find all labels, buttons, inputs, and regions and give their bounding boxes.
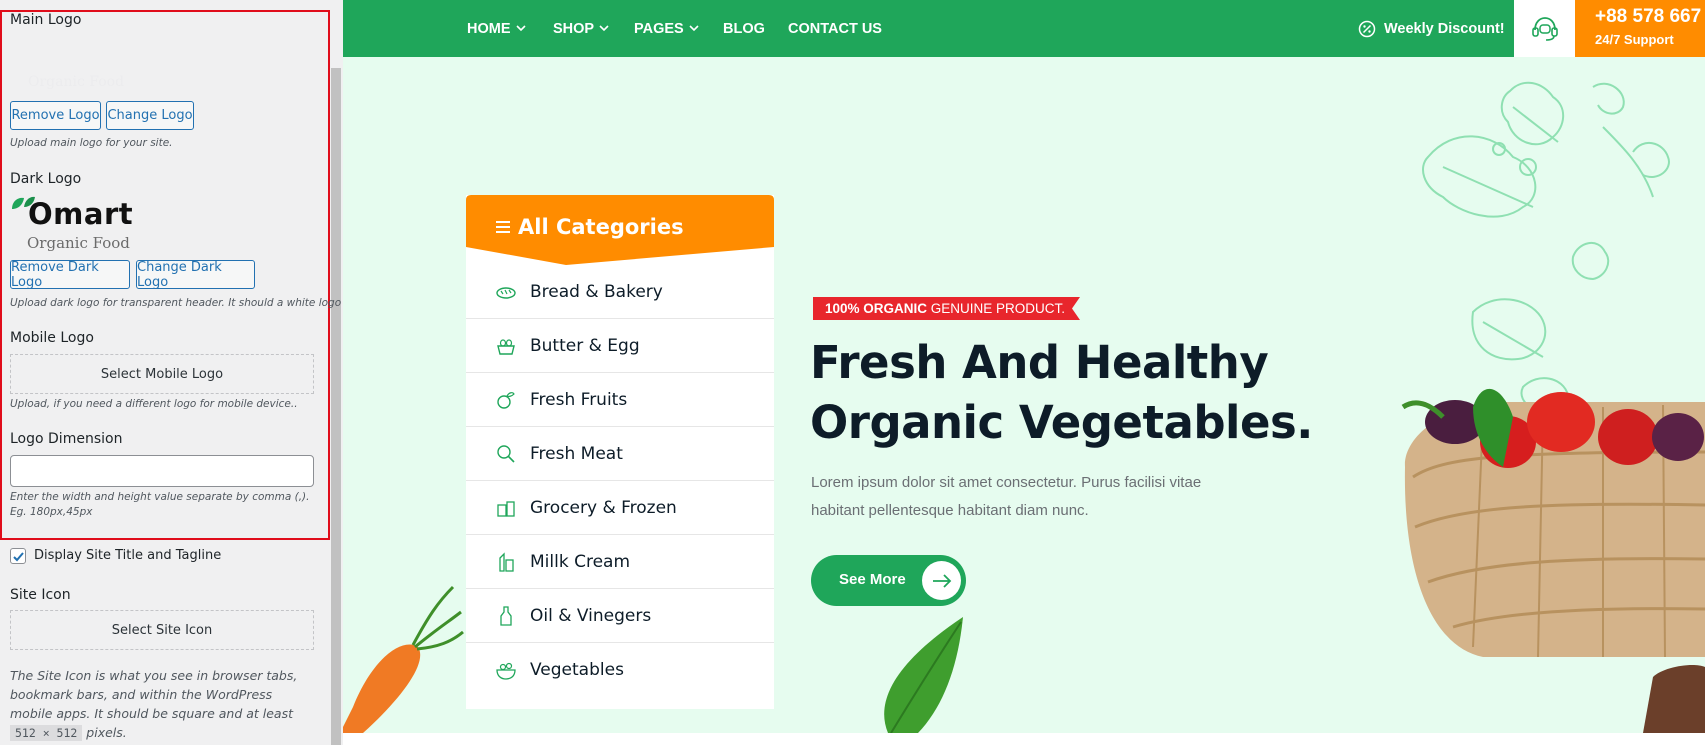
logo-dimension-title: Logo Dimension bbox=[10, 431, 123, 447]
dark-logo-preview: Omart Organic Food bbox=[10, 193, 150, 255]
headset-icon bbox=[1531, 16, 1558, 41]
site-icon-size-code: 512 × 512 bbox=[10, 725, 83, 741]
support-subtitle: 24/7 Support bbox=[1595, 32, 1674, 47]
chevron-down-icon bbox=[689, 25, 699, 32]
dark-logo-description: Upload dark logo for transparent header.… bbox=[10, 297, 342, 309]
see-more-button[interactable]: See More bbox=[811, 555, 966, 606]
vegetable-basket-image bbox=[1401, 388, 1705, 733]
see-more-label: See More bbox=[839, 571, 906, 588]
nav-contact-us[interactable]: CONTACT US bbox=[788, 0, 882, 57]
main-navigation: HOME SHOP PAGES BLOG CONTACT US Weekly D… bbox=[343, 0, 1705, 57]
change-dark-logo-button[interactable]: Change Dark Logo bbox=[136, 260, 255, 290]
chevron-down-icon bbox=[599, 25, 609, 32]
site-icon-desc-end: pixels. bbox=[86, 725, 127, 740]
dark-logo-tagline: Organic Food bbox=[27, 234, 130, 252]
category-label: Bread & Bakery bbox=[530, 282, 663, 302]
display-title-checkbox[interactable] bbox=[10, 548, 26, 564]
dark-logo-title: Dark Logo bbox=[10, 171, 82, 187]
green-leaf-image bbox=[884, 617, 963, 733]
discount-icon bbox=[1358, 20, 1376, 37]
category-label: Grocery & Frozen bbox=[530, 498, 677, 518]
dark-logo-wordmark: Omart bbox=[28, 197, 134, 231]
remove-dark-logo-button[interactable]: Remove Dark Logo bbox=[10, 260, 130, 290]
category-label: Fresh Meat bbox=[530, 444, 623, 464]
scrollbar-thumb[interactable] bbox=[331, 68, 341, 745]
nav-pages[interactable]: PAGES bbox=[634, 0, 699, 57]
site-preview: HOME SHOP PAGES BLOG CONTACT US Weekly D… bbox=[343, 0, 1705, 745]
nav-home[interactable]: HOME bbox=[467, 0, 526, 57]
milk-icon bbox=[499, 552, 514, 572]
weekly-discount-link[interactable]: Weekly Discount! bbox=[1358, 0, 1505, 57]
weekly-discount-label: Weekly Discount! bbox=[1384, 20, 1505, 37]
chevron-down-icon bbox=[515, 25, 526, 32]
tag-bold: 100% ORGANIC bbox=[825, 301, 928, 316]
below-hero-strip bbox=[343, 733, 1705, 745]
nav-home-label: HOME bbox=[467, 20, 511, 37]
arrow-right-icon bbox=[922, 561, 961, 600]
logo-dimension-description: Enter the width and height value separat… bbox=[10, 491, 310, 518]
leaf-outline-icon bbox=[1422, 81, 1670, 414]
hero-description: Lorem ipsum dolor sit amet consectetur. … bbox=[811, 474, 1202, 519]
categories-panel: All Categories Bread & Bakery Butter & E… bbox=[466, 195, 774, 709]
fruit-icon bbox=[497, 392, 515, 409]
mobile-logo-description: Upload, if you need a different logo for… bbox=[10, 398, 298, 410]
category-label: Vegetables bbox=[530, 660, 624, 680]
nav-shop-label: SHOP bbox=[553, 20, 595, 37]
oil-bottle-icon bbox=[500, 606, 512, 626]
headline-line-2: Organic Vegetables. bbox=[810, 396, 1313, 449]
customizer-panel: Main Logo Organic Food Remove Logo Chang… bbox=[0, 0, 343, 745]
meat-icon bbox=[497, 445, 515, 463]
support-icon-box[interactable] bbox=[1514, 0, 1575, 57]
main-logo-preview: Organic Food bbox=[28, 74, 125, 90]
site-icon-title: Site Icon bbox=[10, 587, 71, 603]
organic-tag-badge: 100% ORGANIC GENUINE PRODUCT. bbox=[813, 297, 1080, 320]
nav-blog-label: BLOG bbox=[723, 20, 765, 37]
display-title-label: Display Site Title and Tagline bbox=[34, 548, 222, 563]
hero-headline: Fresh And Healthy Organic Vegetables. bbox=[810, 333, 1370, 453]
tag-text: 100% ORGANIC GENUINE PRODUCT. bbox=[825, 301, 1065, 316]
nav-pages-label: PAGES bbox=[634, 20, 684, 37]
vegetable-bowl-icon bbox=[496, 662, 516, 680]
category-item-bread[interactable]: Bread & Bakery bbox=[466, 265, 774, 319]
category-item-grocery[interactable]: Grocery & Frozen bbox=[466, 481, 774, 535]
category-item-oil[interactable]: Oil & Vinegers bbox=[466, 589, 774, 643]
site-icon-description: The Site Icon is what you see in browser… bbox=[10, 666, 310, 743]
site-icon-desc-text: The Site Icon is what you see in browser… bbox=[10, 668, 298, 721]
categories-title: All Categories bbox=[518, 215, 684, 239]
main-logo-title: Main Logo bbox=[10, 12, 82, 28]
support-phone-box[interactable]: +88 578 667 24/7 Support bbox=[1575, 0, 1705, 57]
select-mobile-logo-button[interactable]: Select Mobile Logo bbox=[10, 354, 314, 394]
main-logo-description: Upload main logo for your site. bbox=[10, 137, 173, 149]
category-item-vegetables[interactable]: Vegetables bbox=[466, 643, 774, 697]
egg-basket-icon bbox=[497, 339, 515, 355]
nav-shop[interactable]: SHOP bbox=[553, 0, 609, 57]
hamburger-menu-icon[interactable] bbox=[496, 221, 510, 233]
carrot-image bbox=[343, 585, 464, 733]
nav-contact-label: CONTACT US bbox=[788, 20, 882, 37]
grocery-icon bbox=[497, 501, 515, 517]
category-label: Oil & Vinegers bbox=[530, 606, 652, 626]
remove-logo-button[interactable]: Remove Logo bbox=[10, 101, 101, 130]
category-label: Fresh Fruits bbox=[530, 390, 628, 410]
category-label: Millk Cream bbox=[530, 552, 631, 572]
category-item-fruits[interactable]: Fresh Fruits bbox=[466, 373, 774, 427]
category-item-butter-egg[interactable]: Butter & Egg bbox=[466, 319, 774, 373]
support-phone-number: +88 578 667 bbox=[1595, 6, 1702, 27]
select-site-icon-button[interactable]: Select Site Icon bbox=[10, 610, 314, 650]
nav-blog[interactable]: BLOG bbox=[723, 0, 765, 57]
category-item-meat[interactable]: Fresh Meat bbox=[466, 427, 774, 481]
mobile-logo-title: Mobile Logo bbox=[10, 330, 94, 346]
change-logo-button[interactable]: Change Logo bbox=[106, 101, 194, 130]
tag-rest: GENUINE PRODUCT. bbox=[930, 301, 1066, 316]
category-label: Butter & Egg bbox=[530, 336, 640, 356]
category-item-milk[interactable]: Millk Cream bbox=[466, 535, 774, 589]
checkmark-icon bbox=[12, 551, 24, 561]
logo-dimension-input[interactable] bbox=[10, 455, 314, 487]
bread-icon bbox=[496, 287, 516, 299]
hero-section: All Categories Bread & Bakery Butter & E… bbox=[343, 57, 1705, 733]
app-root: Main Logo Organic Food Remove Logo Chang… bbox=[0, 0, 1705, 745]
headline-line-1: Fresh And Healthy bbox=[810, 336, 1269, 389]
